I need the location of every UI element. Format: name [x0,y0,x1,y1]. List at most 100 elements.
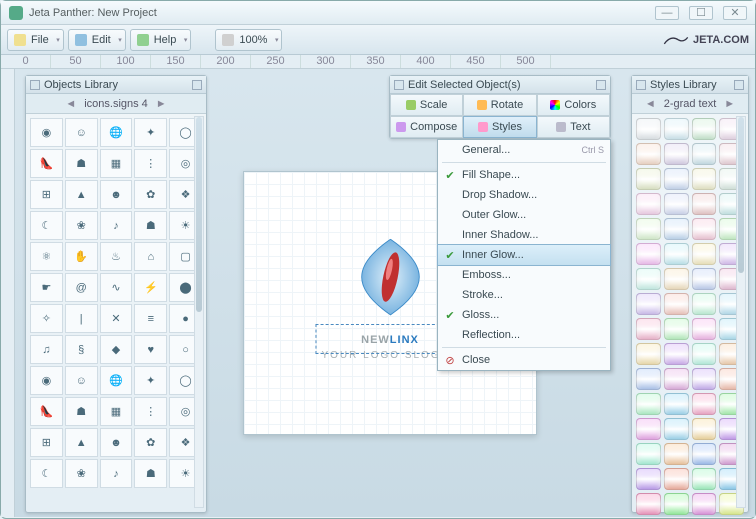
library-icon[interactable]: ☗ [134,459,167,488]
style-swatch[interactable] [664,443,689,465]
library-icon[interactable]: 👠 [30,149,63,178]
library-icon[interactable]: ∿ [100,273,133,302]
style-swatch[interactable] [664,168,689,190]
library-icon[interactable]: ♪ [100,459,133,488]
style-swatch[interactable] [636,493,661,515]
file-menu[interactable]: File [7,29,64,51]
library-icon[interactable]: ☺ [65,118,98,147]
style-swatch[interactable] [664,393,689,415]
style-swatch[interactable] [692,468,717,490]
library-icon[interactable]: ☗ [65,149,98,178]
style-swatch[interactable] [664,493,689,515]
style-swatch[interactable] [664,143,689,165]
style-swatch[interactable] [664,293,689,315]
menu-inner-glow[interactable]: ✔Inner Glow... [437,244,611,266]
library-icon[interactable]: ✋ [65,242,98,271]
library-icon[interactable]: ✕ [100,304,133,333]
style-swatch[interactable] [636,318,661,340]
library-icon[interactable]: ≡ [134,304,167,333]
style-swatch[interactable] [692,168,717,190]
library-icon[interactable]: ⊞ [30,180,63,209]
library-icon[interactable]: ♪ [100,211,133,240]
compose-button[interactable]: Compose [390,116,463,138]
colors-button[interactable]: Colors [537,94,610,116]
library-icon[interactable]: ▦ [100,397,133,426]
library-icon[interactable]: ✿ [134,428,167,457]
style-swatch[interactable] [692,243,717,265]
style-swatch[interactable] [692,443,717,465]
menu-general[interactable]: General...Ctrl S [438,140,610,160]
style-swatch[interactable] [636,118,661,140]
style-swatch[interactable] [664,118,689,140]
menu-reflection[interactable]: Reflection... [438,325,610,345]
help-menu[interactable]: Help [130,29,192,51]
edit-menu[interactable]: Edit [68,29,126,51]
style-swatch[interactable] [692,193,717,215]
panel-menu-icon[interactable] [192,80,202,90]
minimize-button[interactable]: ― [655,6,679,20]
style-swatch[interactable] [636,418,661,440]
style-category[interactable]: 2-grad text [664,98,717,110]
library-icon[interactable]: ☺ [65,366,98,395]
style-swatch[interactable] [636,293,661,315]
scale-button[interactable]: Scale [390,94,463,116]
style-swatch[interactable] [692,268,717,290]
library-icon[interactable]: ♥ [134,335,167,364]
library-icon[interactable]: @ [65,273,98,302]
library-icon[interactable]: ⋮ [134,397,167,426]
style-swatch[interactable] [692,493,717,515]
menu-outer-glow[interactable]: Outer Glow... [438,205,610,225]
prev-category-button[interactable]: ◄ [61,98,80,110]
library-icon[interactable]: ◆ [100,335,133,364]
library-icon[interactable]: ☻ [100,428,133,457]
text-button[interactable]: Text [537,116,610,138]
style-swatch[interactable] [664,418,689,440]
library-icon[interactable]: ☛ [30,273,63,302]
scrollbar[interactable] [736,116,746,508]
library-icon[interactable]: ✿ [134,180,167,209]
library-icon[interactable]: ▲ [65,428,98,457]
style-swatch[interactable] [636,268,661,290]
library-icon[interactable]: ☾ [30,459,63,488]
style-swatch[interactable] [664,218,689,240]
style-swatch[interactable] [664,468,689,490]
style-swatch[interactable] [636,243,661,265]
library-icon[interactable]: ⚡ [134,273,167,302]
library-icon[interactable]: ⌂ [134,242,167,271]
library-icon[interactable]: § [65,335,98,364]
style-swatch[interactable] [664,268,689,290]
style-swatch[interactable] [692,418,717,440]
logo-mark[interactable] [345,232,435,322]
library-icon[interactable]: ✧ [30,304,63,333]
style-swatch[interactable] [692,393,717,415]
style-swatch[interactable] [636,193,661,215]
menu-emboss[interactable]: Emboss... [438,265,610,285]
style-swatch[interactable] [692,368,717,390]
next-category-button[interactable]: ► [152,98,171,110]
library-icon[interactable]: ▲ [65,180,98,209]
library-icon[interactable]: ☗ [134,211,167,240]
scrollbar[interactable] [194,116,204,508]
style-swatch[interactable] [636,443,661,465]
library-icon[interactable]: ⊞ [30,428,63,457]
menu-fill-shape[interactable]: ✔Fill Shape... [438,165,610,185]
library-icon[interactable]: ⚛ [30,242,63,271]
library-icon[interactable]: ✦ [134,118,167,147]
menu-close[interactable]: ⊘Close [438,350,610,370]
style-swatch[interactable] [636,468,661,490]
prev-style-button[interactable]: ◄ [641,98,660,110]
library-icon[interactable]: | [65,304,98,333]
menu-stroke[interactable]: Stroke... [438,285,610,305]
library-icon[interactable]: ◉ [30,366,63,395]
menu-drop-shadow[interactable]: Drop Shadow... [438,185,610,205]
menu-gloss[interactable]: ✔Gloss... [438,305,610,325]
panel-menu-icon[interactable] [734,80,744,90]
style-swatch[interactable] [692,293,717,315]
style-swatch[interactable] [692,318,717,340]
style-swatch[interactable] [664,318,689,340]
style-swatch[interactable] [692,143,717,165]
panel-menu-icon[interactable] [596,80,606,90]
library-icon[interactable]: 👠 [30,397,63,426]
library-icon[interactable]: ⋮ [134,149,167,178]
style-swatch[interactable] [692,118,717,140]
